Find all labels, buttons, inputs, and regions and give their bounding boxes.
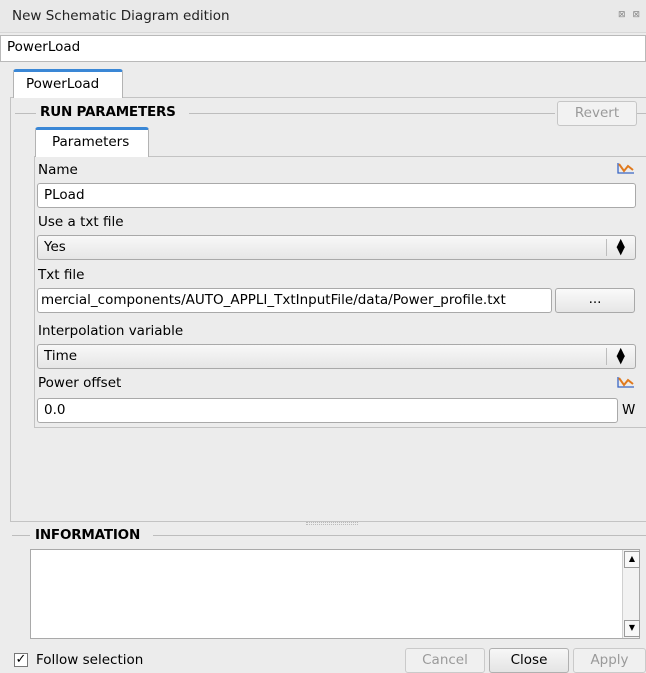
updown-arrows-icon: ▲ ▼ <box>616 236 625 257</box>
group-line <box>153 535 646 536</box>
dock-buttons-icon[interactable]: ⊠ ⊠ <box>618 10 642 20</box>
close-button[interactable]: Close <box>489 648 569 673</box>
power-offset-unit: W <box>622 402 636 418</box>
interpolation-value: Time <box>44 348 78 364</box>
interpolation-label: Interpolation variable <box>38 323 184 339</box>
component-name-field[interactable]: PowerLoad <box>0 35 646 62</box>
use-txt-label: Use a txt file <box>38 214 124 230</box>
power-offset-input[interactable]: 0.0 <box>37 398 618 423</box>
window-title: New Schematic Diagram edition <box>12 8 230 24</box>
combo-separator <box>606 348 607 365</box>
run-parameters-title: RUN PARAMETERS <box>36 104 180 120</box>
use-txt-value: Yes <box>44 239 66 255</box>
chart-curve-icon[interactable] <box>617 375 635 393</box>
apply-button[interactable]: Apply <box>573 648 646 673</box>
revert-button[interactable]: Revert <box>557 101 637 126</box>
follow-selection-checkbox[interactable]: ✓ <box>14 653 28 667</box>
txt-file-label: Txt file <box>38 267 85 283</box>
power-offset-label: Power offset <box>38 375 122 391</box>
information-scrollbar[interactable]: ▲ ▼ <box>622 550 640 638</box>
chart-curve-icon[interactable] <box>617 161 635 179</box>
name-label: Name <box>38 162 78 178</box>
splitter-handle[interactable] <box>306 522 358 525</box>
tab-powerload[interactable]: PowerLoad <box>13 69 123 98</box>
browse-button[interactable]: ... <box>555 288 635 313</box>
interpolation-select[interactable]: Time ▲ ▼ <box>37 344 636 369</box>
txt-file-input[interactable]: mercial_components/AUTO_APPLI_TxtInputFi… <box>37 288 552 313</box>
window-titlebar: New Schematic Diagram edition ⊠ ⊠ <box>0 0 646 33</box>
group-line <box>189 113 555 114</box>
information-textarea[interactable] <box>30 549 640 639</box>
tab-parameters[interactable]: Parameters <box>35 127 149 157</box>
combo-separator <box>606 239 607 256</box>
group-line <box>637 113 646 114</box>
use-txt-select[interactable]: Yes ▲ ▼ <box>37 235 636 260</box>
scroll-up-icon[interactable]: ▲ <box>624 551 640 568</box>
follow-selection-label: Follow selection <box>36 652 144 668</box>
group-line <box>12 535 30 536</box>
updown-arrows-icon: ▲ ▼ <box>616 345 625 366</box>
group-line <box>15 113 37 114</box>
cancel-button[interactable]: Cancel <box>405 648 485 673</box>
information-title: INFORMATION <box>31 527 145 543</box>
scroll-down-icon[interactable]: ▼ <box>624 620 640 637</box>
name-input[interactable]: PLoad <box>37 183 636 208</box>
